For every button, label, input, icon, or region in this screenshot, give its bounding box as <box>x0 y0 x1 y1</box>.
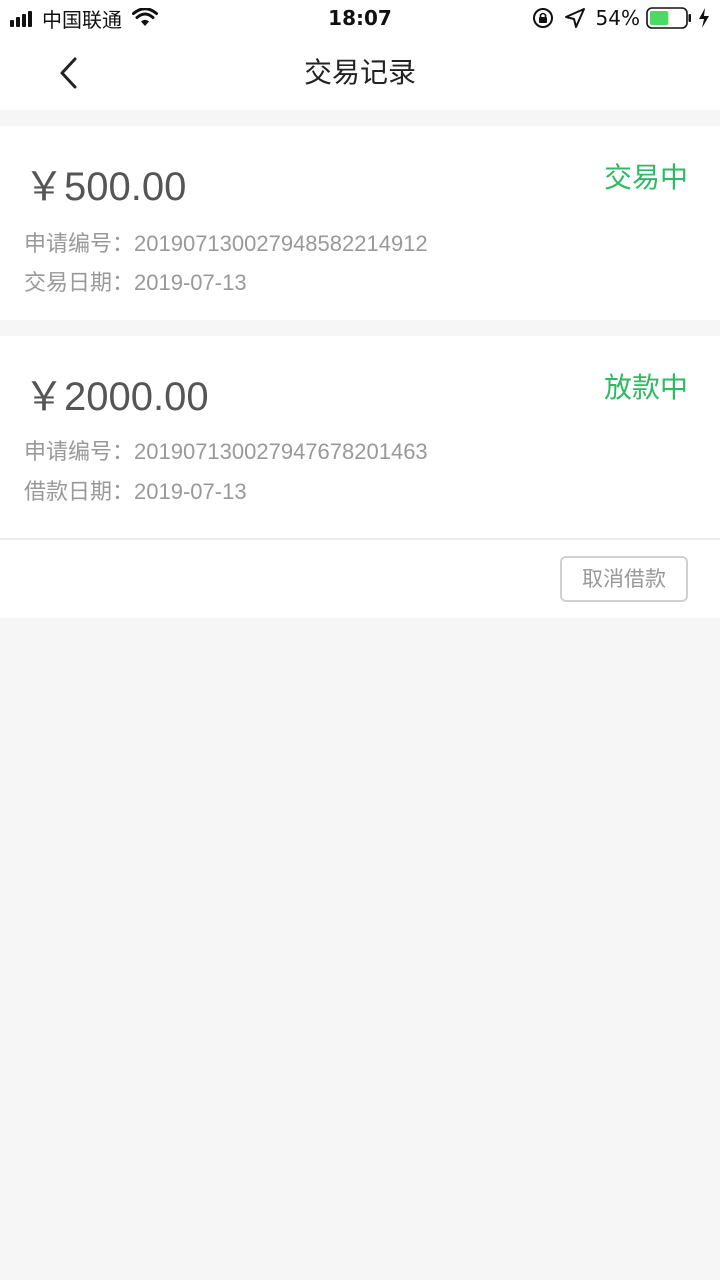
application-number: 申请编号：201907130027947678201463 <box>24 434 428 466</box>
record-status: 交易中 <box>603 161 688 194</box>
location-icon <box>564 8 585 28</box>
divider <box>0 538 720 540</box>
chevron-left-icon <box>60 57 77 89</box>
application-number-label: 申请编号： <box>24 232 135 257</box>
battery-percentage: 54% <box>595 6 640 30</box>
transaction-date: 交易日期：2019-07-13 <box>24 265 247 297</box>
loan-date-value: 2019-07-13 <box>134 479 247 504</box>
rotation-lock-icon <box>532 8 553 28</box>
transaction-date-label: 交易日期： <box>24 271 135 296</box>
status-bar-right: 54% <box>532 0 710 36</box>
application-number-label: 申请编号： <box>24 440 135 465</box>
transaction-date-value: 2019-07-13 <box>134 270 247 295</box>
battery-icon <box>646 7 691 29</box>
transaction-record[interactable]: ￥2000.00 放款中 申请编号：2019071300279476782014… <box>0 336 720 618</box>
record-amount: ￥500.00 <box>24 165 187 209</box>
record-status: 放款中 <box>603 371 688 404</box>
status-bar: 中国联通 18:07 54% <box>0 0 720 36</box>
application-number-value: 201907130027948582214912 <box>134 231 428 256</box>
loan-date: 借款日期：2019-07-13 <box>24 474 247 506</box>
navigation-bar: 交易记录 <box>0 36 720 110</box>
charging-icon <box>699 8 709 28</box>
back-button[interactable] <box>46 48 90 98</box>
cancel-loan-button[interactable]: 取消借款 <box>560 556 688 602</box>
application-number-value: 201907130027947678201463 <box>134 439 428 464</box>
transaction-record[interactable]: ￥500.00 交易中 申请编号：20190713002794858221491… <box>0 126 720 320</box>
application-number: 申请编号：201907130027948582214912 <box>24 226 428 258</box>
page-title: 交易记录 <box>303 56 416 89</box>
record-amount: ￥2000.00 <box>24 375 209 419</box>
loan-date-label: 借款日期： <box>24 480 135 505</box>
